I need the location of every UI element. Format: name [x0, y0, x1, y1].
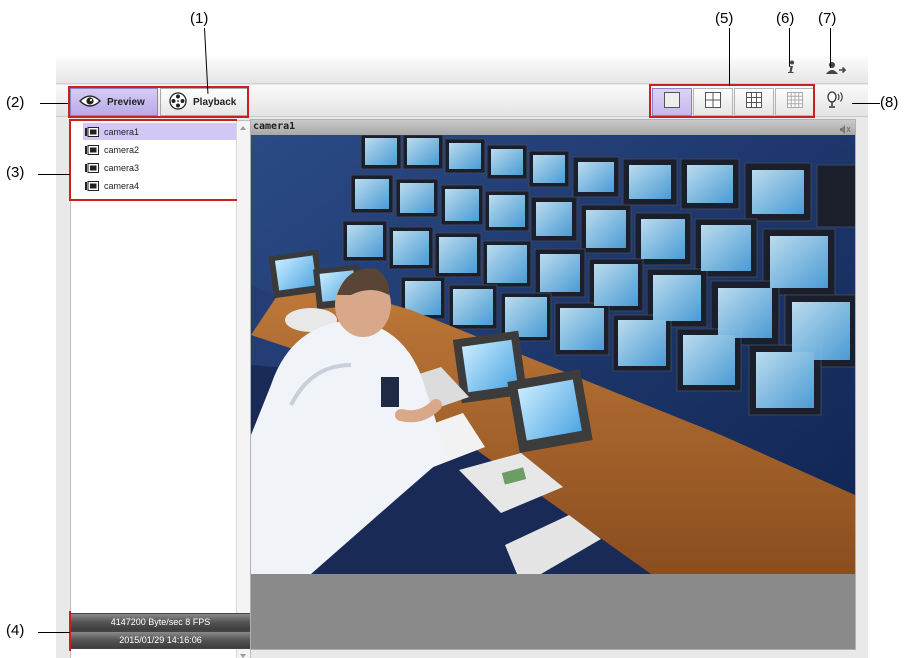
top-bar: [56, 54, 868, 84]
scroll-down-arrow-icon[interactable]: [240, 654, 246, 658]
info-icon[interactable]: [786, 60, 796, 79]
callout-label-3: (3): [6, 164, 25, 181]
callout-frame-layouts: [649, 84, 815, 118]
callout-label-8: (8): [880, 94, 899, 111]
callout-label-6: (6): [776, 10, 795, 27]
surveillance-room-image: [251, 135, 855, 574]
callout-line-4: [38, 632, 70, 633]
callout-line-6: [789, 28, 790, 66]
video-title: camera1: [253, 121, 296, 132]
callout-line-3: [38, 174, 70, 175]
callout-label-2: (2): [6, 94, 25, 111]
callout-line-2: [40, 103, 68, 104]
video-area: camera1: [250, 119, 856, 650]
figure-root: Preview Playback camera1 camera2 camera3…: [0, 0, 914, 658]
callout-line-5: [729, 28, 730, 86]
callout-label-1: (1): [190, 10, 209, 27]
callout-frame-tabs: [68, 86, 249, 118]
callout-frame-camera-list: [69, 119, 237, 201]
camera-list: camera1 camera2 camera3 camera4: [71, 121, 237, 658]
talk-button[interactable]: [816, 88, 854, 116]
callout-frame-status: [69, 611, 250, 651]
camera-list-scrollbar[interactable]: [236, 121, 250, 658]
callout-label-7: (7): [818, 10, 837, 27]
callout-line-8: [852, 103, 880, 104]
video-frame[interactable]: [251, 135, 855, 574]
video-header: camera1: [251, 120, 855, 135]
scroll-up-arrow-icon[interactable]: [240, 126, 246, 130]
callout-label-4: (4): [6, 622, 25, 639]
microphone-icon: [825, 90, 845, 114]
callout-line-7: [830, 28, 831, 68]
callout-label-5: (5): [715, 10, 734, 27]
